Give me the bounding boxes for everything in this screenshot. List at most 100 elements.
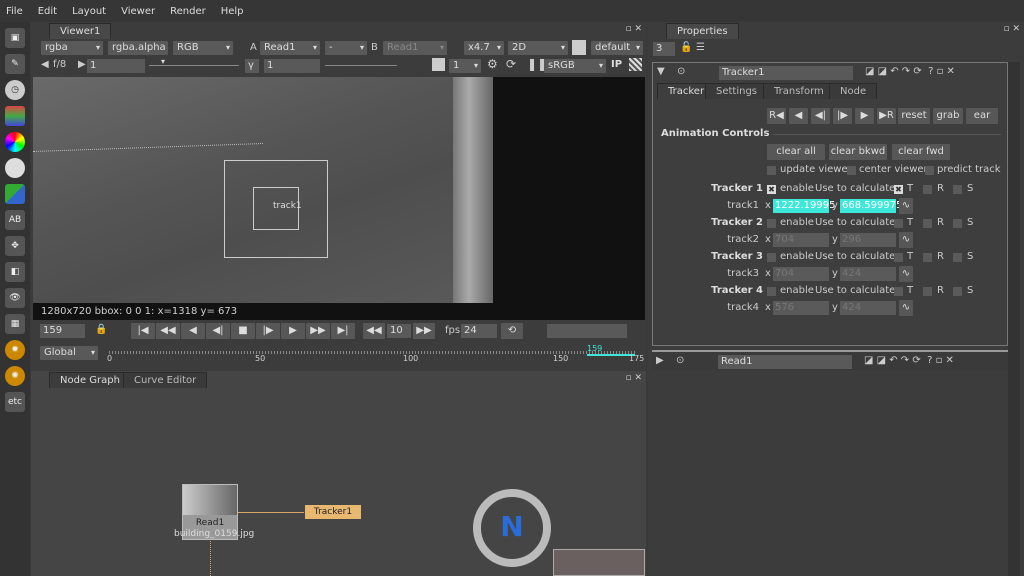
- checker-icon[interactable]: [629, 58, 642, 71]
- color-icon[interactable]: [5, 132, 25, 152]
- 3d-icon[interactable]: ◧: [5, 262, 25, 282]
- range-dropdown[interactable]: Global: [40, 346, 98, 360]
- predict-track-checkbox[interactable]: [925, 166, 934, 175]
- menu-file[interactable]: File: [6, 6, 23, 17]
- rotate-checkbox[interactable]: [923, 219, 932, 228]
- furnace-icon[interactable]: ✹: [5, 340, 25, 360]
- playback-range-field[interactable]: [547, 324, 627, 338]
- max-panels-field[interactable]: 3: [653, 42, 675, 56]
- merge-icon[interactable]: AB: [5, 210, 25, 230]
- enable-checkbox[interactable]: [767, 253, 776, 262]
- play-backward-button[interactable]: ◀|: [206, 323, 230, 339]
- menu-render[interactable]: Render: [170, 6, 206, 17]
- expand-icon[interactable]: ▶: [656, 355, 664, 366]
- first-frame-button[interactable]: |◀: [131, 323, 155, 339]
- operation-dropdown[interactable]: -: [325, 41, 367, 55]
- scrollbar[interactable]: [1008, 62, 1020, 576]
- track-x-field[interactable]: 704: [773, 267, 829, 281]
- scale-checkbox[interactable]: [953, 219, 962, 228]
- zoom-dropdown[interactable]: x4.7: [464, 41, 504, 55]
- track-x-field[interactable]: 704: [773, 233, 829, 247]
- enable-checkbox[interactable]: ✖: [767, 185, 776, 194]
- minimap[interactable]: [553, 549, 645, 576]
- gamma-field[interactable]: 1: [264, 59, 320, 73]
- clear-panels-icon[interactable]: ☰: [696, 42, 705, 53]
- panel-header-icons[interactable]: ◪ ◪ ↶ ↷ ⟳ ? ▫ ✕: [865, 66, 955, 77]
- menu-help[interactable]: Help: [221, 6, 244, 17]
- timeline-slider[interactable]: 159 0 50 100 150 175: [103, 340, 644, 364]
- next-keyframe-button[interactable]: ▶▶: [306, 323, 330, 339]
- step-back-button[interactable]: ◀◀: [363, 323, 385, 339]
- viewer-canvas[interactable]: track1: [33, 77, 645, 303]
- lock-icon[interactable]: 🔒: [95, 324, 107, 335]
- ip-button[interactable]: IP: [611, 59, 622, 70]
- node-name-field[interactable]: Tracker1: [719, 66, 853, 80]
- clear-fwd-button[interactable]: clear fwd: [892, 144, 950, 160]
- translate-checkbox[interactable]: ✖: [894, 185, 903, 194]
- playhead[interactable]: 159: [587, 344, 602, 353]
- animation-curve-icon[interactable]: ∿: [899, 300, 913, 316]
- update-viewer-checkbox[interactable]: [767, 166, 776, 175]
- lock-icon[interactable]: 🔓: [680, 42, 692, 53]
- step-field[interactable]: 10: [387, 324, 411, 338]
- loop-button[interactable]: ⟲: [501, 323, 523, 339]
- metadata-icon[interactable]: ▦: [5, 314, 25, 334]
- rotate-checkbox[interactable]: [923, 287, 932, 296]
- tracker-node[interactable]: Tracker1: [305, 505, 361, 519]
- mode-dropdown[interactable]: 2D: [508, 41, 568, 55]
- menu-edit[interactable]: Edit: [38, 6, 57, 17]
- a-input-dropdown[interactable]: Read1: [260, 41, 320, 55]
- clear-bkwd-button[interactable]: clear bkwd: [829, 144, 887, 160]
- alpha-dropdown[interactable]: rgba.alpha: [108, 41, 168, 69]
- animation-curve-icon[interactable]: ∿: [899, 232, 913, 248]
- channel-icon[interactable]: [5, 106, 25, 126]
- gamma-slider[interactable]: [325, 65, 397, 66]
- track-to-end-button[interactable]: ▶R: [877, 108, 896, 124]
- panel-header-icons[interactable]: ◪ ◪ ↶ ↷ ⟳ ? ▫ ✕: [864, 355, 954, 366]
- rotate-checkbox[interactable]: [923, 185, 932, 194]
- paint-icon[interactable]: ✎: [5, 54, 25, 74]
- lut-preset-dropdown[interactable]: default: [591, 41, 643, 55]
- display-dropdown[interactable]: RGB: [173, 41, 233, 55]
- last-frame-button[interactable]: ▶|: [331, 323, 355, 339]
- views-icon[interactable]: 👁: [5, 288, 25, 308]
- track-y-field[interactable]: 424: [840, 267, 896, 281]
- node-target-icon[interactable]: ⊙: [676, 355, 684, 366]
- refresh-icon[interactable]: ⚙: [487, 57, 498, 71]
- scale-checkbox[interactable]: [953, 185, 962, 194]
- gain-field[interactable]: 1: [87, 59, 145, 73]
- transform-icon[interactable]: ✥: [5, 236, 25, 256]
- scale-checkbox[interactable]: [953, 287, 962, 296]
- enable-checkbox[interactable]: [767, 287, 776, 296]
- channels-dropdown[interactable]: rgba: [41, 41, 103, 55]
- play-forward-button[interactable]: |▶: [256, 323, 280, 339]
- track-to-start-button[interactable]: R◀: [767, 108, 786, 124]
- tab-node-graph[interactable]: Node Graph: [49, 372, 131, 388]
- update-icon[interactable]: ⟳: [506, 57, 516, 71]
- scale-checkbox[interactable]: [953, 253, 962, 262]
- translate-checkbox[interactable]: [894, 219, 903, 228]
- node-target-icon[interactable]: ⊙: [677, 66, 685, 77]
- read-name-field[interactable]: Read1: [718, 355, 852, 369]
- clear-offset-button[interactable]: ear offs: [966, 108, 998, 124]
- prev-keyframe-button[interactable]: ◀◀: [156, 323, 180, 339]
- camera-icon[interactable]: [572, 40, 586, 55]
- keyer-icon[interactable]: [5, 184, 25, 204]
- tab-settings[interactable]: Settings: [705, 83, 769, 99]
- tab-curve-editor[interactable]: Curve Editor: [123, 372, 208, 388]
- track-y-field[interactable]: 424: [840, 301, 896, 315]
- menu-viewer[interactable]: Viewer: [121, 6, 155, 17]
- b-input-dropdown[interactable]: Read1: [383, 41, 447, 55]
- track-y-field[interactable]: 296: [840, 233, 896, 247]
- menu-layout[interactable]: Layout: [72, 6, 106, 17]
- animation-curve-icon[interactable]: ∿: [899, 266, 913, 282]
- track-forward-button[interactable]: |▶: [833, 108, 852, 124]
- fstop-prev-icon[interactable]: ◀: [41, 59, 49, 70]
- etc-icon[interactable]: etc: [5, 392, 25, 412]
- reset-button[interactable]: reset: [898, 108, 930, 124]
- rotate-checkbox[interactable]: [923, 253, 932, 262]
- tab-properties[interactable]: Properties: [666, 23, 739, 39]
- next-frame-button[interactable]: ▶: [281, 323, 305, 339]
- collapse-icon[interactable]: ▼: [657, 66, 665, 77]
- float-close-icon[interactable]: ▫ ✕: [625, 373, 642, 383]
